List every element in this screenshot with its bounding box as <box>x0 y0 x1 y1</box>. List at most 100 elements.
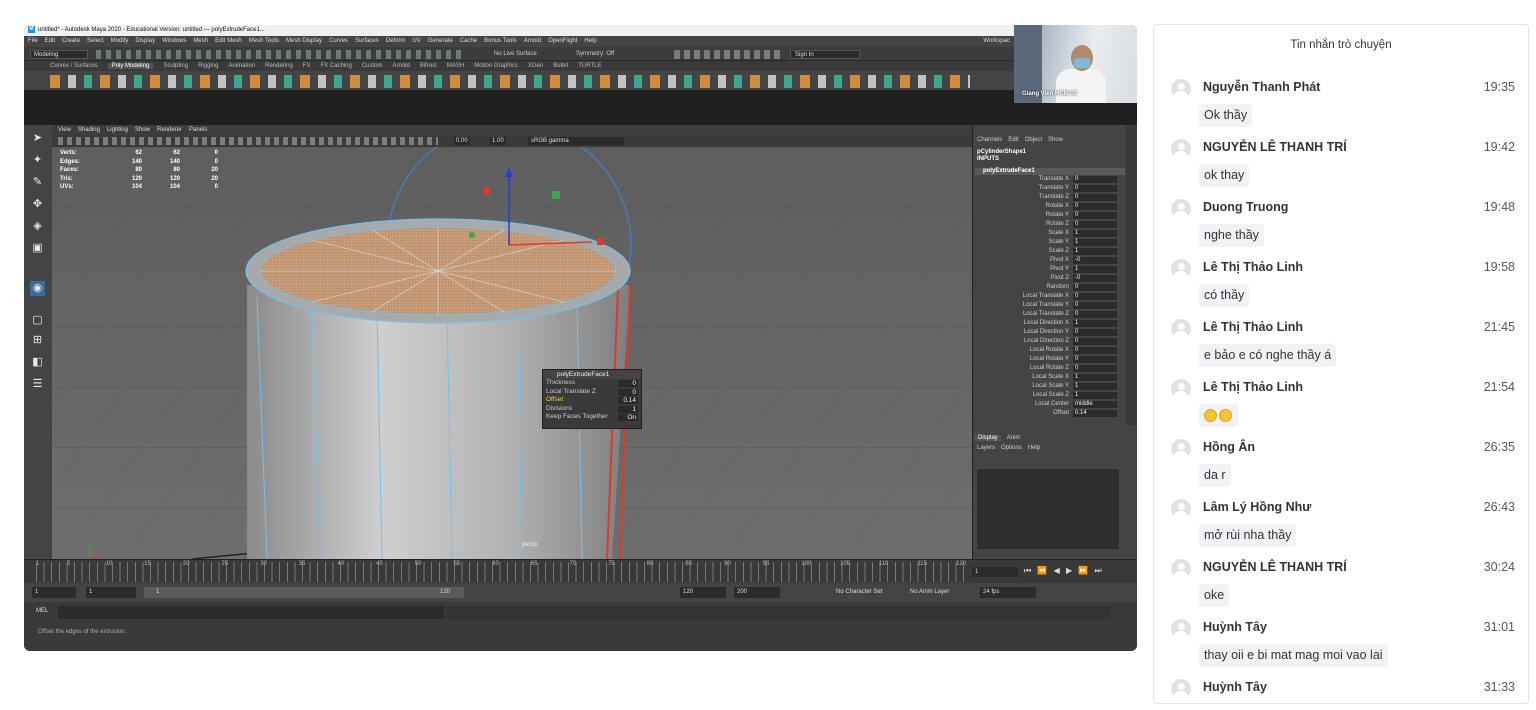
attribute-value[interactable]: -0 <box>1073 257 1117 264</box>
shelf-tab[interactable]: Arnold <box>393 63 410 69</box>
attribute-value[interactable]: 0 <box>1073 347 1117 354</box>
attribute-value[interactable]: 0 <box>1073 329 1117 336</box>
in-view-editor-value[interactable]: 0 <box>618 388 638 396</box>
side-panel-tabs[interactable] <box>1126 125 1137 425</box>
menu-set-dropdown[interactable]: Modeling <box>30 50 88 59</box>
attribute-row[interactable]: Pivot Z -0 <box>975 274 1125 283</box>
symmetry-dropdown[interactable]: Symmetry: Off <box>576 47 614 61</box>
current-frame-field[interactable]: 1 <box>972 567 1018 577</box>
layer-menu-item[interactable]: Layers <box>977 445 995 451</box>
attribute-row[interactable]: Random 0 <box>975 283 1125 292</box>
menu-item[interactable]: Edit Mesh <box>215 38 242 44</box>
attribute-row[interactable]: Local Direction X 1 <box>975 319 1125 328</box>
attribute-value[interactable]: 0.14 <box>1073 410 1117 417</box>
attribute-value[interactable]: 1 <box>1073 239 1117 246</box>
layer-tab[interactable]: Anim <box>1007 435 1021 441</box>
anim-layer-dropdown[interactable]: No Anim Layer <box>910 587 949 598</box>
menu-item[interactable]: Display <box>135 38 155 44</box>
channel-menu-item[interactable]: Edit <box>1008 137 1018 143</box>
attribute-value[interactable]: 0 <box>1073 221 1117 228</box>
lasso-tool-icon[interactable]: ✦ <box>30 153 45 168</box>
shelf-tab[interactable]: FX <box>303 63 311 69</box>
attribute-row[interactable]: Scale X 1 <box>975 229 1125 238</box>
attribute-row[interactable]: Local Translate X 0 <box>975 292 1125 301</box>
attribute-row[interactable]: Local Translate Y 0 <box>975 301 1125 310</box>
menu-item[interactable]: Help <box>584 38 596 44</box>
range-slider[interactable]: 1 120 <box>144 587 464 598</box>
render-icons[interactable] <box>674 50 784 59</box>
in-view-editor-row[interactable]: Keep Faces Together On <box>543 413 641 422</box>
attribute-row[interactable]: Local Direction Y 0 <box>975 328 1125 337</box>
menu-item[interactable]: Modify <box>111 38 129 44</box>
attribute-row[interactable]: Rotate Y 0 <box>975 211 1125 220</box>
playback-controls[interactable]: ⏮ ⏪ ◀ ▶ ⏩ ⏭ <box>1024 566 1104 576</box>
attribute-row[interactable]: Scale Y 1 <box>975 238 1125 247</box>
fps-dropdown[interactable]: 24 fps <box>980 587 1036 598</box>
attribute-row[interactable]: Local Direction Z 0 <box>975 337 1125 346</box>
attribute-row[interactable]: Pivot Y 1 <box>975 265 1125 274</box>
in-view-editor-value[interactable]: On <box>618 414 638 421</box>
attribute-value[interactable]: 0 <box>1073 203 1117 210</box>
menu-item[interactable]: Generate <box>428 38 453 44</box>
attribute-value[interactable]: 0 <box>1073 185 1117 192</box>
shelf-tab[interactable]: Rigging <box>198 63 218 69</box>
menu-item[interactable]: Curves <box>329 38 348 44</box>
panel-menu-item[interactable]: Shading <box>78 127 100 133</box>
attribute-row[interactable]: Scale Z 1 <box>975 247 1125 256</box>
two-view-icon[interactable]: ◧ <box>30 355 45 370</box>
menu-item[interactable]: OpenFlight <box>548 38 577 44</box>
attribute-value[interactable]: 0 <box>1073 212 1117 219</box>
workspace-label[interactable]: Workspac <box>983 36 1010 47</box>
shelf-tab[interactable]: Rendering <box>265 63 293 69</box>
shelf-tab[interactable]: FX Caching <box>320 63 351 69</box>
attribute-row[interactable]: Rotate X 0 <box>975 202 1125 211</box>
attribute-value[interactable]: 1 <box>1073 230 1117 237</box>
attribute-value[interactable]: 0 <box>1073 356 1117 363</box>
perspective-viewport[interactable]: Verts: 62 62 0 Edges: 140 140 0 Faces: 80 80 20 Tris… <box>52 147 972 559</box>
shelf-tab[interactable]: TURTLE <box>578 63 601 69</box>
attribute-value[interactable]: 1 <box>1073 374 1117 381</box>
shelf-tool-icons[interactable] <box>50 75 970 88</box>
menu-item[interactable]: Deform <box>386 38 406 44</box>
time-slider[interactable]: 1 5 10 15 20 25 30 35 40 45 50 55 60 65 70 75 80 85 90 95 10… <box>24 559 1137 583</box>
panel-menu-item[interactable]: Show <box>135 127 150 133</box>
in-view-editor-row[interactable]: Thickness 0 <box>543 379 641 388</box>
end-time-field[interactable]: 200 <box>734 587 780 598</box>
attribute-value[interactable]: 1 <box>1073 320 1117 327</box>
menu-item[interactable]: Surfaces <box>355 38 379 44</box>
playback-start-field[interactable]: 1 <box>86 587 136 598</box>
attribute-row[interactable]: Offset 0.14 <box>975 409 1125 418</box>
select-tool-icon[interactable]: ➤ <box>30 131 45 146</box>
color-space-dropdown[interactable]: sRGB gamma <box>528 137 624 145</box>
attribute-value[interactable]: 0 <box>1073 338 1117 345</box>
attribute-value[interactable]: 0 <box>1073 302 1117 309</box>
in-view-editor-row[interactable]: Divisions 1 <box>543 405 641 414</box>
menu-item[interactable]: UV <box>412 38 420 44</box>
input-node[interactable]: polyExtrudeFace1 <box>975 168 1125 175</box>
in-view-editor[interactable]: polyExtrudeFace1 Thickness 0 Local Transla… <box>542 369 642 429</box>
panel-toolbar-icons[interactable] <box>58 137 438 145</box>
attribute-value[interactable]: 1 <box>1073 383 1117 390</box>
attribute-row[interactable]: Local Center middle <box>975 400 1125 409</box>
start-time-field[interactable]: 1 <box>32 587 76 598</box>
menu-item[interactable]: Mesh <box>193 38 208 44</box>
playback-end-field[interactable]: 120 <box>680 587 726 598</box>
attribute-row[interactable]: Rotate Z 0 <box>975 220 1125 229</box>
menu-item[interactable]: File <box>28 38 38 44</box>
attribute-value[interactable]: 1 <box>1073 392 1117 399</box>
panel-menu-item[interactable]: Lighting <box>107 127 128 133</box>
shelf-tab[interactable]: Bullet <box>553 63 568 69</box>
channel-menu-item[interactable]: Object <box>1025 137 1042 143</box>
attribute-row[interactable]: Local Rotate Z 0 <box>975 364 1125 373</box>
attribute-value[interactable]: 0 <box>1073 293 1117 300</box>
attribute-value[interactable]: middle <box>1073 401 1117 408</box>
menu-item[interactable]: Windows <box>162 38 186 44</box>
in-view-editor-value[interactable]: 0 <box>618 380 638 387</box>
attribute-row[interactable]: Translate X 0 <box>975 175 1125 184</box>
attribute-row[interactable]: Local Rotate Y 0 <box>975 355 1125 364</box>
last-tool-icon[interactable]: ◉ <box>30 281 45 296</box>
attribute-row[interactable]: Local Scale Y 1 <box>975 382 1125 391</box>
channel-menu-item[interactable]: Channels <box>977 137 1002 143</box>
shelf-tab[interactable]: Sculpting <box>163 63 188 69</box>
mel-label[interactable]: MEL <box>36 608 48 614</box>
